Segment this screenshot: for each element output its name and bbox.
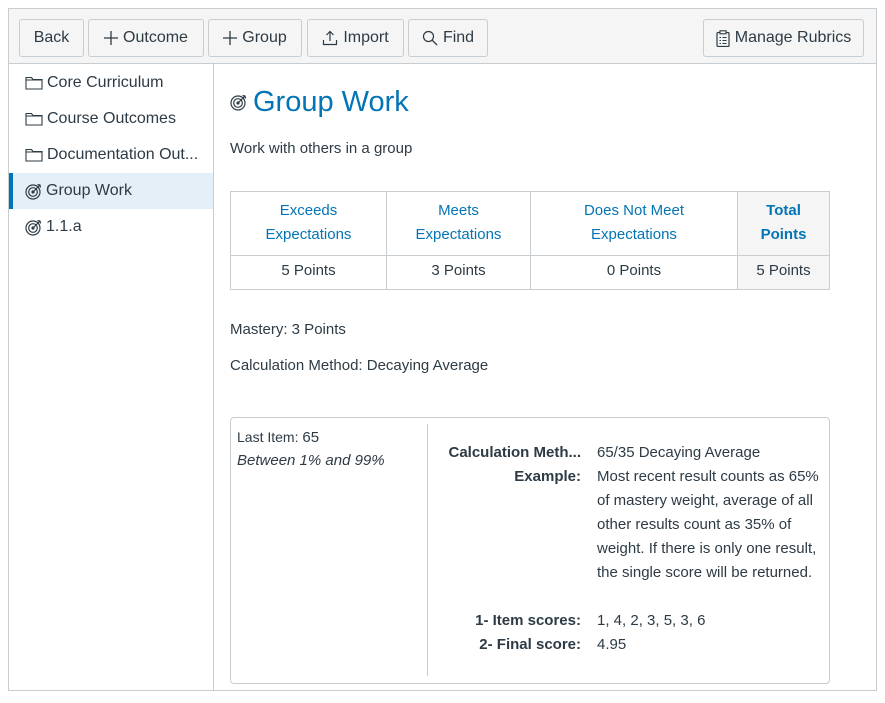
find-label: Find — [442, 29, 475, 46]
rating-exceeds-header: Exceeds Expectations — [230, 191, 387, 256]
rating-points: 0 Points — [530, 255, 738, 290]
last-item-label: Last Item: — [237, 429, 299, 445]
add-group-label: Group — [242, 29, 287, 46]
outcome-icon — [25, 183, 42, 200]
rubric-header-row: Exceeds Expectations Meets Expectations … — [230, 191, 830, 256]
back-button-label: Back — [33, 29, 70, 46]
outcomes-window: Back Outcome Group Import Find Manage Ru… — [8, 8, 877, 691]
outcome-tree-sidebar: Core Curriculum Course Outcomes Document… — [9, 64, 214, 690]
item-scores-label: 1- Item scores: — [475, 612, 581, 629]
rating-label-line: Does Not Meet — [583, 202, 685, 219]
sidebar-item-core-curriculum[interactable]: Core Curriculum — [9, 65, 213, 101]
total-points: 5 Points — [737, 255, 830, 290]
sidebar-item-1-1-a[interactable]: 1.1.a — [9, 209, 213, 245]
find-button[interactable]: Find — [408, 19, 488, 57]
method-label: Calculation Meth... — [448, 444, 581, 461]
sidebar-item-label: Documentation Out... — [47, 146, 199, 163]
folder-icon — [25, 112, 43, 126]
plus-icon — [223, 31, 238, 45]
outcome-description: Work with others in a group — [230, 140, 413, 157]
sidebar-item-course-outcomes[interactable]: Course Outcomes — [9, 101, 213, 137]
rating-meets-header: Meets Expectations — [386, 191, 531, 256]
rating-label-line: Expectations — [415, 226, 502, 243]
rating-label-line: Expectations — [591, 226, 677, 243]
toolbar: Back Outcome Group Import Find Manage Ru… — [9, 9, 876, 64]
outcome-icon — [25, 219, 42, 236]
mastery-points: Mastery: 3 Points — [230, 321, 346, 338]
sidebar-item-label: Core Curriculum — [47, 74, 164, 91]
rating-label-line: Meets — [438, 202, 479, 219]
calculation-method: Calculation Method: Decaying Average — [230, 357, 489, 374]
method-value: 65/35 Decaying Average — [597, 444, 761, 461]
add-group-button[interactable]: Group — [208, 19, 302, 57]
upload-icon — [322, 30, 338, 46]
sidebar-item-label: Course Outcomes — [47, 110, 176, 127]
calculation-details-box: Last Item: 65 Between 1% and 99% Calcula… — [230, 417, 830, 684]
total-label-line: Total — [766, 202, 801, 219]
sidebar-item-documentation-outcomes[interactable]: Documentation Out... — [9, 137, 213, 173]
outcome-title: Group Work — [253, 86, 409, 118]
back-button[interactable]: Back — [19, 19, 84, 57]
final-score-label: 2- Final score: — [479, 636, 581, 653]
plus-icon — [104, 31, 119, 45]
rating-points: 5 Points — [230, 255, 387, 290]
sidebar-item-group-work[interactable]: Group Work — [9, 173, 213, 209]
sidebar-item-label: Group Work — [46, 182, 132, 199]
search-icon — [422, 30, 438, 46]
total-label-line: Points — [760, 226, 807, 243]
rubric-table: Exceeds Expectations Meets Expectations … — [230, 191, 830, 290]
manage-rubrics-label: Manage Rubrics — [734, 29, 852, 46]
last-item-value: 65 — [302, 429, 320, 446]
total-points-header: Total Points — [737, 191, 830, 256]
clipboard-icon — [716, 29, 730, 47]
folder-icon — [25, 148, 43, 162]
sidebar-item-label: 1.1.a — [46, 218, 82, 235]
import-label: Import — [343, 29, 389, 46]
rubric-points-row: 5 Points 3 Points 0 Points 5 Points — [230, 255, 830, 290]
last-item-weight: Last Item: 65 — [237, 429, 319, 446]
outcome-header: Group Work — [230, 86, 409, 119]
rating-points: 3 Points — [386, 255, 531, 290]
final-score-value: 4.95 — [597, 636, 627, 653]
rating-label-line: Expectations — [265, 226, 352, 243]
manage-rubrics-button[interactable]: Manage Rubrics — [703, 19, 864, 57]
rating-label-line: Exceeds — [279, 202, 338, 219]
import-button[interactable]: Import — [307, 19, 404, 57]
last-item-range: Between 1% and 99% — [237, 452, 385, 469]
outcome-icon — [230, 94, 247, 111]
example-value: Most recent result counts as 65% of mast… — [597, 468, 819, 581]
add-outcome-label: Outcome — [123, 29, 188, 46]
example-label: Example: — [514, 468, 581, 485]
outcome-detail-panel: Group Work Work with others in a group E… — [215, 64, 876, 690]
folder-icon — [25, 76, 43, 90]
item-scores-value: 1, 4, 2, 3, 5, 3, 6 — [597, 612, 706, 629]
rating-does-not-meet-header: Does Not Meet Expectations — [530, 191, 738, 256]
calculation-int-panel: Last Item: 65 Between 1% and 99% — [231, 424, 428, 676]
add-outcome-button[interactable]: Outcome — [88, 19, 204, 57]
